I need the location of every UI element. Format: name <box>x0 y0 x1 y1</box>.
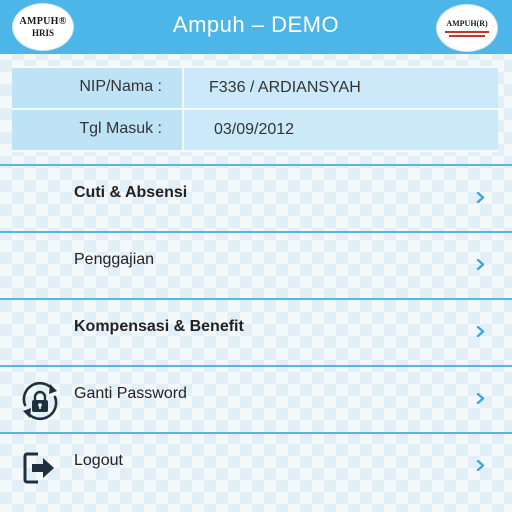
menu-item-logout[interactable]: Logout <box>0 432 512 500</box>
join-date-label: Tgl Masuk : <box>12 110 182 150</box>
logo-right-stripe <box>445 31 489 33</box>
menu-item-cuti-absensi[interactable]: Cuti & Absensi <box>0 164 512 232</box>
chevron-right-icon <box>476 460 485 471</box>
ampuh-brand-logo: AMPUH(R) <box>436 4 498 52</box>
menu-item-label: Ganti Password <box>74 385 187 402</box>
menu-item-kompensasi-benefit[interactable]: Kompensasi & Benefit <box>0 298 512 366</box>
menu-item-label: Cuti & Absensi <box>74 184 188 201</box>
info-row-join-date: Tgl Masuk : 03/09/2012 <box>12 110 498 150</box>
employee-info-panel: NIP/Nama : F336 / ARDIANSYAH Tgl Masuk :… <box>12 66 498 152</box>
logo-right-stripe <box>449 35 485 37</box>
nip-label: NIP/Nama : <box>12 68 182 108</box>
chevron-right-icon <box>476 393 485 404</box>
menu-item-label: Penggajian <box>74 251 155 268</box>
logo-right-text: AMPUH(R) <box>446 19 488 28</box>
menu-item-label: Logout <box>74 452 123 469</box>
chevron-right-icon <box>476 326 485 337</box>
menu-item-ganti-password[interactable]: Ganti Password <box>0 365 512 433</box>
chevron-right-icon <box>476 192 485 203</box>
app-header: AMPUH® HRIS Ampuh – DEMO AMPUH(R) <box>0 0 512 54</box>
chevron-right-icon <box>476 259 485 270</box>
join-date-value: 03/09/2012 <box>184 110 498 150</box>
menu-item-penggajian[interactable]: Penggajian <box>0 231 512 299</box>
lock-refresh-icon <box>22 381 58 421</box>
info-row-nip: NIP/Nama : F336 / ARDIANSYAH <box>12 68 498 108</box>
nip-value: F336 / ARDIANSYAH <box>184 68 498 108</box>
menu-item-label: Kompensasi & Benefit <box>74 318 244 335</box>
logout-icon <box>23 452 54 484</box>
